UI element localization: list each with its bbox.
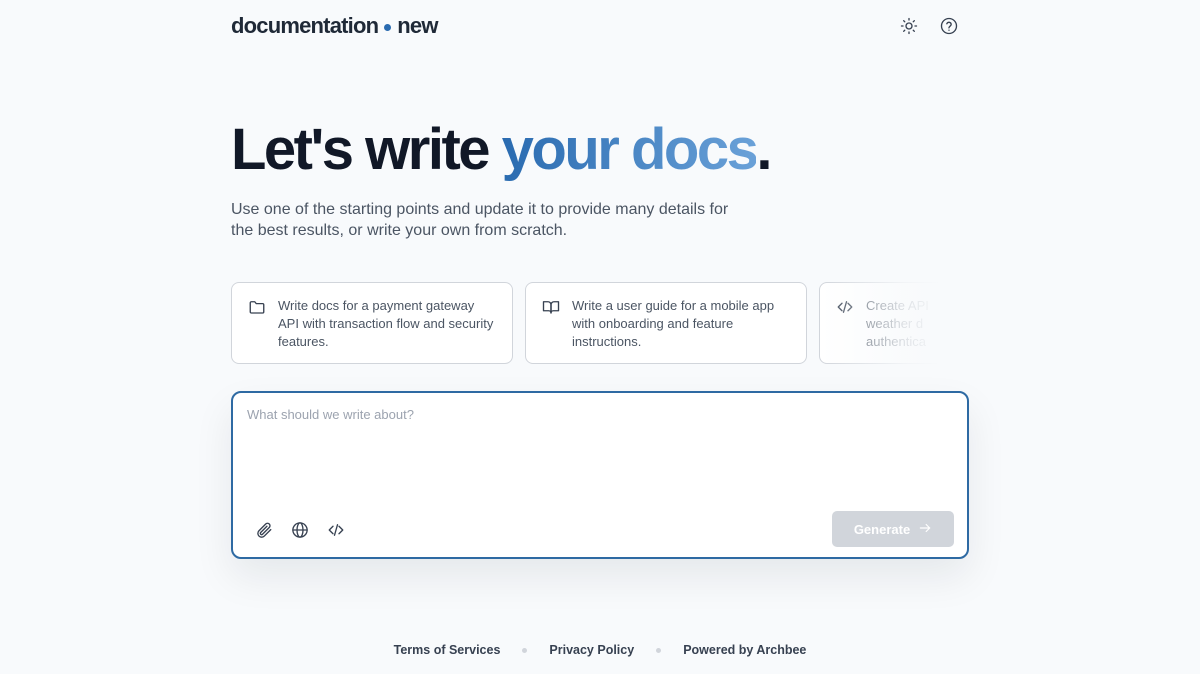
book-open-icon [542,298,560,316]
page-subtitle: Use one of the starting points and updat… [231,201,729,239]
folder-icon [248,298,266,316]
footer-separator [656,647,662,653]
suggestion-text: Write docs for a payment gateway API wit… [278,298,494,349]
help-circle-icon[interactable] [939,16,959,36]
top-bar: documentation new [231,10,969,42]
footer-separator [522,647,528,653]
paperclip-icon[interactable] [255,521,273,539]
globe-icon[interactable] [291,521,309,539]
terms-link[interactable]: Terms of Services [394,643,501,657]
logo-dot [384,24,392,31]
composer-tools [255,521,345,539]
title-highlight: your docs [501,117,759,182]
suggestion-text: Write a user guide for a mobile app with… [572,298,775,349]
suggestion-card-mobile-guide[interactable]: Write a user guide for a mobile app with… [525,282,807,364]
suggestion-cards: Write docs for a payment gateway API wit… [231,282,941,366]
suggestion-card-payment-api[interactable]: Write docs for a payment gateway API wit… [231,282,513,364]
arrow-right-icon [918,521,932,538]
suggestion-text: Create API weather d authentica [866,298,929,349]
logo-text-left: documentation [231,13,379,38]
sun-icon[interactable] [899,16,919,36]
prompt-input[interactable] [245,405,949,499]
title-plain: Let's write [231,117,502,182]
code-icon[interactable] [327,521,345,539]
privacy-link[interactable]: Privacy Policy [549,643,634,657]
logo[interactable]: documentation new [231,13,438,39]
powered-by-link[interactable]: Powered by Archbee [683,643,806,657]
code-icon [836,298,854,316]
footer: Terms of Services Privacy Policy Powered… [0,641,1200,659]
generate-label: Generate [853,521,911,537]
title-period: . [756,117,772,182]
header-actions [899,16,959,36]
generate-button[interactable]: Generate [832,511,954,547]
page-title: Let's write your docs. [231,112,772,188]
suggestion-card-weather-api[interactable]: Create API weather d authentica [819,282,941,364]
prompt-composer: Generate [231,391,969,559]
logo-text-right: new [397,13,438,38]
